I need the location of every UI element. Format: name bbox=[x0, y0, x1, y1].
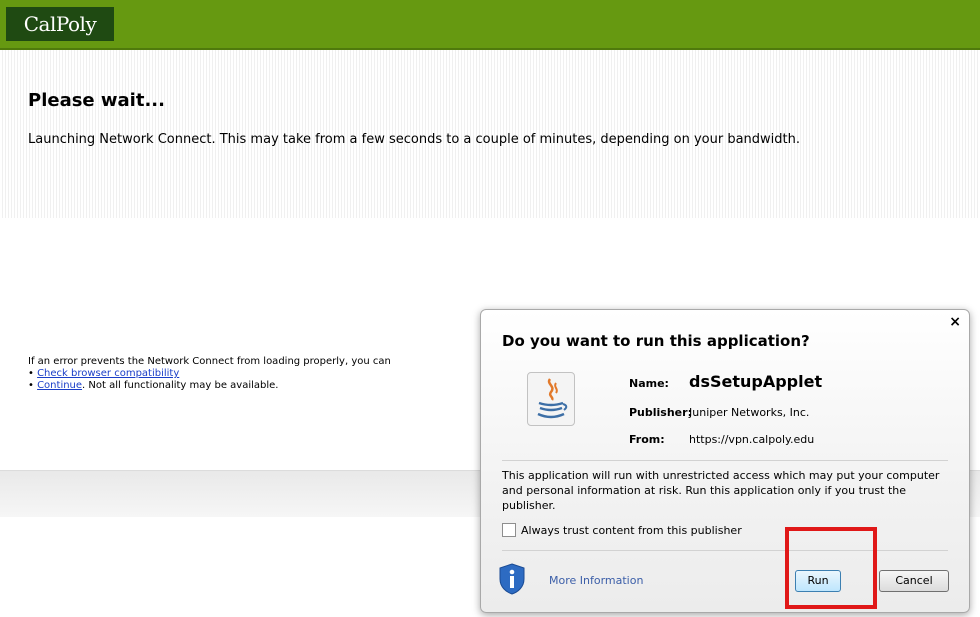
info-shield-icon bbox=[498, 563, 526, 595]
calpoly-logo[interactable]: CalPoly bbox=[6, 7, 114, 41]
cancel-button[interactable]: Cancel bbox=[879, 570, 949, 592]
publisher-value: Juniper Networks, Inc. bbox=[689, 406, 810, 419]
list-item: • Check browser compatibility bbox=[28, 368, 180, 379]
header-bar: CalPoly bbox=[0, 0, 980, 50]
continue-link[interactable]: Continue bbox=[37, 380, 82, 391]
publisher-label: Publisher: bbox=[629, 406, 692, 419]
name-label: Name: bbox=[629, 377, 669, 390]
trust-row: Always trust content from this publisher bbox=[502, 523, 742, 537]
from-value: https://vpn.calpoly.edu bbox=[689, 433, 815, 446]
continue-suffix: . Not all functionality may be available… bbox=[82, 380, 279, 391]
more-information-link[interactable]: More Information bbox=[549, 574, 643, 587]
run-highlight-box bbox=[785, 527, 877, 609]
close-icon[interactable]: × bbox=[949, 314, 961, 330]
from-label: From: bbox=[629, 433, 665, 446]
always-trust-label[interactable]: Always trust content from this publisher bbox=[521, 524, 742, 537]
launch-description: Launching Network Connect. This may take… bbox=[28, 132, 800, 147]
list-item: • Continue. Not all functionality may be… bbox=[28, 380, 279, 391]
error-help-block: If an error prevents the Network Connect… bbox=[28, 356, 488, 392]
always-trust-checkbox[interactable] bbox=[502, 523, 516, 537]
name-value: dsSetupApplet bbox=[689, 372, 823, 391]
page-title: Please wait... bbox=[28, 90, 165, 111]
dialog-title: Do you want to run this application? bbox=[502, 332, 810, 350]
warning-text: This application will run with unrestric… bbox=[502, 469, 940, 512]
java-security-dialog: × Do you want to run this application? N… bbox=[480, 309, 970, 613]
error-intro: If an error prevents the Network Connect… bbox=[28, 356, 391, 367]
divider bbox=[502, 460, 948, 461]
divider bbox=[502, 550, 948, 551]
java-icon bbox=[527, 372, 575, 426]
check-browser-compatibility-link[interactable]: Check browser compatibility bbox=[37, 368, 179, 379]
